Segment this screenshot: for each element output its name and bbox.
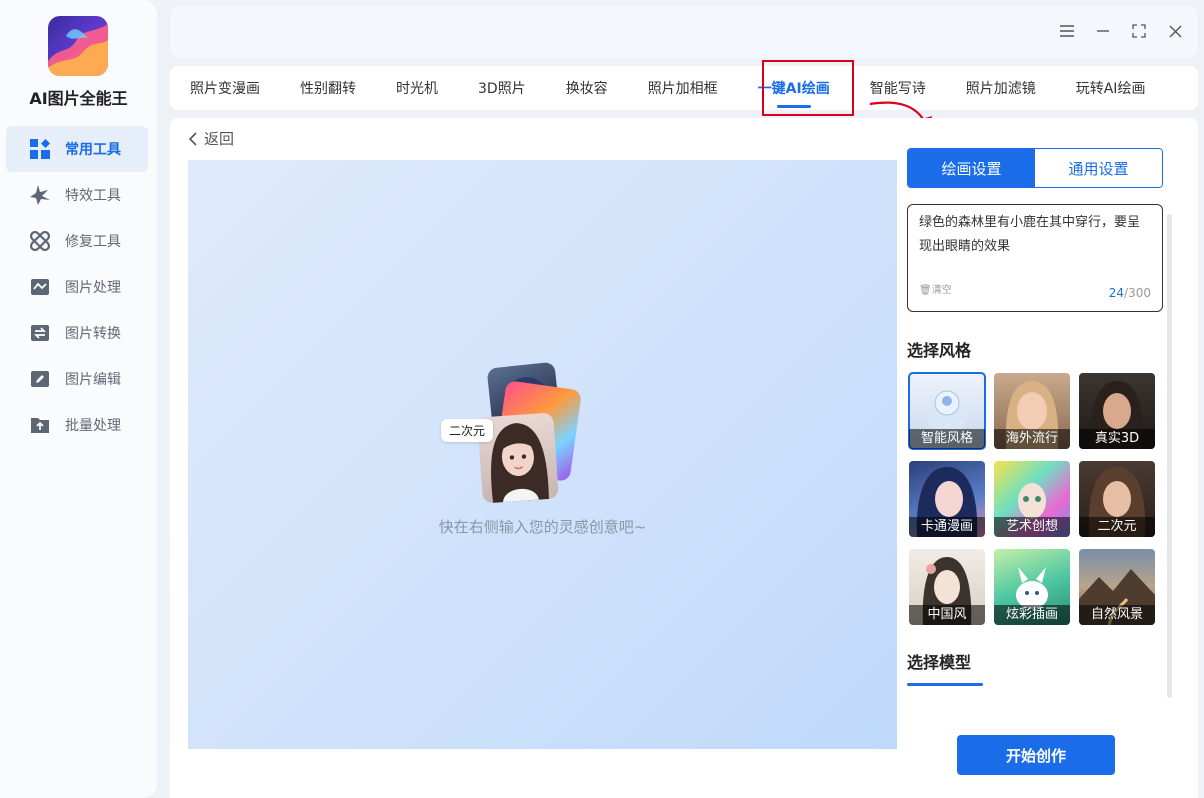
menu-icon[interactable] bbox=[1056, 20, 1078, 42]
grid-tools-icon bbox=[30, 139, 50, 159]
tab-time-machine[interactable]: 时光机 bbox=[376, 66, 458, 110]
style-label: 中国风 bbox=[909, 605, 985, 625]
preview-style-tag: 二次元 bbox=[441, 419, 494, 442]
style-label: 海外流行 bbox=[994, 429, 1070, 449]
minimize-icon[interactable] bbox=[1092, 20, 1114, 42]
sidebar-item-common-tools[interactable]: 常用工具 bbox=[6, 126, 148, 172]
trash-icon: 🗑 bbox=[919, 285, 932, 296]
sidebar-item-label: 常用工具 bbox=[65, 142, 121, 158]
style-label: 二次元 bbox=[1079, 517, 1155, 537]
char-counter: 24/300 bbox=[1109, 281, 1151, 305]
image-wave-icon bbox=[30, 277, 50, 297]
char-count-current: 24 bbox=[1108, 286, 1125, 300]
style-label: 炫彩插画 bbox=[994, 605, 1070, 625]
tab-3d-photo[interactable]: 3D照片 bbox=[458, 66, 546, 110]
style-option-real-3d[interactable]: 真实3D bbox=[1079, 373, 1155, 449]
tab-makeup[interactable]: 换妆容 bbox=[546, 66, 628, 110]
chevron-left-icon bbox=[188, 131, 197, 146]
style-option-colorful[interactable]: 炫彩插画 bbox=[994, 549, 1070, 625]
style-option-overseas[interactable]: 海外流行 bbox=[994, 373, 1070, 449]
model-section-title: 选择模型 bbox=[907, 653, 972, 672]
panel-scrollbar[interactable] bbox=[1167, 214, 1172, 698]
sidebar-item-label: 特效工具 bbox=[65, 188, 121, 204]
bandage-icon bbox=[30, 231, 50, 251]
prompt-textarea[interactable]: 绿色的森林里有小鹿在其中穿行，要呈现出眼睛的效果 🗑清空 24/300 bbox=[907, 204, 1163, 312]
sidebar-item-label: 图片编辑 bbox=[65, 372, 121, 388]
tab-painting-settings[interactable]: 绘画设置 bbox=[908, 149, 1035, 187]
app-name: AI图片全能王 bbox=[29, 89, 128, 108]
fullscreen-icon[interactable] bbox=[1128, 20, 1150, 42]
style-option-anime[interactable]: 二次元 bbox=[1079, 461, 1155, 537]
tab-photo-to-comic[interactable]: 照片变漫画 bbox=[170, 66, 280, 110]
style-option-cartoon[interactable]: 卡通漫画 bbox=[909, 461, 985, 537]
style-option-smart[interactable]: 智能风格 bbox=[908, 372, 986, 450]
back-button[interactable]: 返回 bbox=[188, 128, 234, 149]
main-panel: 返回 二次元 快在右侧输入您的灵感创意吧~ 绘画设置 通用设置 绿色的森林里有小… bbox=[170, 118, 1198, 798]
style-option-chinese[interactable]: 中国风 bbox=[909, 549, 985, 625]
tab-general-settings[interactable]: 通用设置 bbox=[1035, 149, 1162, 187]
char-count-max: /300 bbox=[1124, 286, 1151, 300]
style-label: 真实3D bbox=[1079, 429, 1155, 449]
start-create-button[interactable]: 开始创作 bbox=[957, 735, 1115, 775]
convert-icon bbox=[30, 323, 50, 343]
style-label: 艺术创想 bbox=[994, 517, 1070, 537]
tab-ai-painting[interactable]: 一键AI绘画 bbox=[738, 66, 850, 110]
edit-image-icon bbox=[30, 369, 50, 389]
tab-photo-frame[interactable]: 照片加相框 bbox=[628, 66, 738, 110]
sidebar-item-repair-tools[interactable]: 修复工具 bbox=[6, 218, 148, 264]
prompt-text: 绿色的森林里有小鹿在其中穿行，要呈现出眼睛的效果 bbox=[919, 215, 1141, 254]
sidebar-item-label: 图片处理 bbox=[65, 280, 121, 296]
sidebar-item-batch[interactable]: 批量处理 bbox=[6, 402, 148, 448]
style-option-nature[interactable]: 自然风景 bbox=[1079, 549, 1155, 625]
model-selector-top[interactable] bbox=[907, 683, 983, 686]
tab-photo-filter[interactable]: 照片加滤镜 bbox=[946, 66, 1056, 110]
sidebar: AI图片全能王 常用工具 特效工具 修复工具 图片处理 图片转换 图片编辑 批量… bbox=[0, 0, 157, 798]
back-label: 返回 bbox=[204, 130, 235, 148]
settings-tabs: 绘画设置 通用设置 bbox=[907, 148, 1163, 188]
style-label: 自然风景 bbox=[1079, 605, 1155, 625]
style-grid: 智能风格 海外流行 真实3D 卡通漫画 艺术创想 二次元 中国风 炫彩插画 自然… bbox=[908, 372, 1169, 625]
preview-canvas: 二次元 快在右侧输入您的灵感创意吧~ bbox=[188, 160, 897, 749]
sidebar-item-label: 修复工具 bbox=[65, 234, 121, 250]
sidebar-item-label: 图片转换 bbox=[65, 326, 121, 342]
style-section-title: 选择风格 bbox=[907, 341, 972, 360]
sidebar-item-label: 批量处理 bbox=[65, 418, 121, 434]
app-logo bbox=[48, 16, 108, 76]
feature-tabs: 照片变漫画 性别翻转 时光机 3D照片 换妆容 照片加相框 一键AI绘画 智能写… bbox=[170, 66, 1198, 110]
window-controls bbox=[1056, 20, 1186, 42]
preview-hint: 快在右侧输入您的灵感创意吧~ bbox=[438, 518, 647, 536]
settings-panel: 绘画设置 通用设置 绿色的森林里有小鹿在其中穿行，要呈现出眼睛的效果 🗑清空 2… bbox=[907, 148, 1169, 686]
clear-label: 清空 bbox=[931, 285, 952, 296]
title-bar bbox=[170, 6, 1198, 58]
tab-gender-swap[interactable]: 性别翻转 bbox=[280, 66, 376, 110]
sidebar-nav: 常用工具 特效工具 修复工具 图片处理 图片转换 图片编辑 批量处理 bbox=[6, 126, 148, 448]
star-burst-icon bbox=[30, 185, 50, 205]
sidebar-item-effect-tools[interactable]: 特效工具 bbox=[6, 172, 148, 218]
sidebar-item-image-processing[interactable]: 图片处理 bbox=[6, 264, 148, 310]
tab-play-ai-painting[interactable]: 玩转AI绘画 bbox=[1056, 66, 1166, 110]
style-option-art[interactable]: 艺术创想 bbox=[994, 461, 1070, 537]
style-label: 卡通漫画 bbox=[909, 517, 985, 537]
close-icon[interactable] bbox=[1164, 20, 1186, 42]
style-label: 智能风格 bbox=[909, 429, 985, 449]
folder-upload-icon bbox=[30, 415, 50, 435]
clear-button[interactable]: 🗑清空 bbox=[919, 279, 952, 303]
sidebar-item-image-convert[interactable]: 图片转换 bbox=[6, 310, 148, 356]
sidebar-item-image-edit[interactable]: 图片编辑 bbox=[6, 356, 148, 402]
